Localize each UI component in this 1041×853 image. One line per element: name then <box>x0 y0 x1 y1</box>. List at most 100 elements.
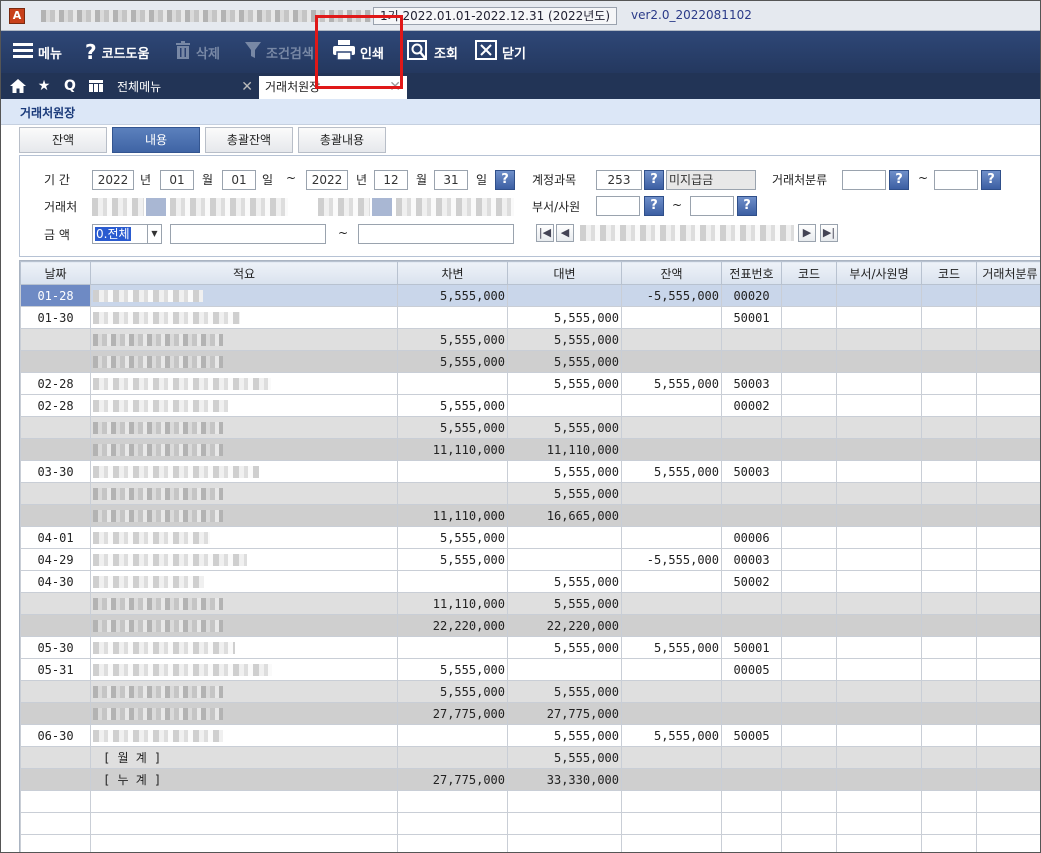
cell-debit[interactable]: 11,110,000 <box>397 438 508 461</box>
cell-extra[interactable] <box>836 658 922 681</box>
quick-search-icon[interactable]: Q <box>59 73 81 99</box>
prev-record-icon[interactable]: ◀ <box>556 224 574 242</box>
cell-date[interactable]: 02-28 <box>20 394 91 417</box>
cell-balance[interactable] <box>621 812 722 835</box>
cell-extra[interactable] <box>836 570 922 593</box>
cell-credit[interactable]: 5,555,000 <box>507 416 622 439</box>
cell-extra[interactable] <box>921 350 977 373</box>
cell-balance[interactable] <box>621 790 722 813</box>
cell-debit[interactable] <box>397 372 508 395</box>
partner-help-button[interactable] <box>146 198 166 216</box>
menu-button[interactable]: 메뉴 <box>13 31 62 73</box>
table-row[interactable]: 5,555,000 5,555,000 <box>20 328 1040 351</box>
cell-debit[interactable]: 11,110,000 <box>397 504 508 527</box>
cell-extra[interactable] <box>921 284 977 307</box>
cell-date[interactable] <box>20 768 91 791</box>
cell-extra[interactable] <box>921 328 977 351</box>
menu-grid-icon[interactable] <box>85 73 107 99</box>
tab-summary-details[interactable]: 총괄내용 <box>298 127 386 153</box>
cell-extra[interactable] <box>836 394 922 417</box>
cell-credit[interactable]: 5,555,000 <box>507 570 622 593</box>
cell-date[interactable]: 06-30 <box>20 724 91 747</box>
cell-date[interactable]: 04-29 <box>20 548 91 571</box>
cell-debit[interactable]: 5,555,000 <box>397 658 508 681</box>
code-help-button[interactable]: ? 코드도움 <box>85 31 149 73</box>
cell-date[interactable] <box>20 416 91 439</box>
table-row[interactable] <box>20 790 1040 813</box>
cell-extra[interactable] <box>836 416 922 439</box>
cell-voucher[interactable] <box>721 350 782 373</box>
cell-date[interactable]: 03-30 <box>20 460 91 483</box>
cell-date[interactable]: 01-30 <box>20 306 91 329</box>
account-help-button[interactable]: ? <box>644 170 664 190</box>
cell-extra[interactable] <box>921 460 977 483</box>
cell-extra[interactable] <box>921 548 977 571</box>
from-day-input[interactable]: 01 <box>222 170 256 190</box>
cell-memo[interactable] <box>90 504 398 527</box>
cell-extra[interactable] <box>976 768 1040 791</box>
cell-credit[interactable]: 16,665,000 <box>507 504 622 527</box>
cell-extra[interactable] <box>781 416 837 439</box>
cell-extra[interactable] <box>836 306 922 329</box>
cell-debit[interactable]: 11,110,000 <box>397 592 508 615</box>
cell-debit[interactable]: 5,555,000 <box>397 526 508 549</box>
cell-credit[interactable]: 5,555,000 <box>507 482 622 505</box>
amount-to-input[interactable] <box>358 224 514 244</box>
cell-date[interactable] <box>20 328 91 351</box>
cell-date[interactable]: 05-31 <box>20 658 91 681</box>
cell-extra[interactable] <box>836 482 922 505</box>
col-debit[interactable]: 차변 <box>397 261 508 285</box>
partner-type-to-input[interactable] <box>934 170 978 190</box>
cell-credit[interactable]: 22,220,000 <box>507 614 622 637</box>
cell-extra[interactable] <box>976 460 1040 483</box>
cell-debit[interactable]: 5,555,000 <box>397 284 508 307</box>
cell-memo[interactable] <box>90 372 398 395</box>
cell-voucher[interactable]: 00006 <box>721 526 782 549</box>
cell-credit[interactable] <box>507 394 622 417</box>
cell-debit[interactable]: 5,555,000 <box>397 394 508 417</box>
cell-extra[interactable] <box>781 592 837 615</box>
cell-debit[interactable]: 5,555,000 <box>397 350 508 373</box>
table-row[interactable]: 05-31 5,555,000 00005 <box>20 658 1040 681</box>
cell-extra[interactable] <box>836 592 922 615</box>
cell-debit[interactable] <box>397 812 508 835</box>
table-row[interactable] <box>20 834 1040 852</box>
cell-memo[interactable]: [ 월 계 ] <box>90 746 398 769</box>
cell-balance[interactable]: -5,555,000 <box>621 284 722 307</box>
cell-extra[interactable] <box>976 526 1040 549</box>
table-row[interactable]: 04-29 5,555,000 -5,555,000 00003 <box>20 548 1040 571</box>
cell-memo[interactable] <box>90 438 398 461</box>
cell-extra[interactable] <box>976 812 1040 835</box>
cell-date[interactable] <box>20 746 91 769</box>
cell-extra[interactable] <box>976 372 1040 395</box>
cell-extra[interactable] <box>921 812 977 835</box>
table-row[interactable]: 22,220,000 22,220,000 <box>20 614 1040 637</box>
table-row[interactable]: [ 누 계 ] 27,775,000 33,330,000 <box>20 768 1040 791</box>
cell-debit[interactable] <box>397 834 508 852</box>
cell-voucher[interactable] <box>721 504 782 527</box>
cell-memo[interactable] <box>90 328 398 351</box>
cell-extra[interactable] <box>781 702 837 725</box>
cell-extra[interactable] <box>836 328 922 351</box>
home-icon[interactable] <box>7 73 29 99</box>
col-code2[interactable]: 코드 <box>921 261 977 285</box>
cell-credit[interactable]: 5,555,000 <box>507 460 622 483</box>
cell-balance[interactable] <box>621 570 722 593</box>
cell-balance[interactable] <box>621 482 722 505</box>
cell-extra[interactable] <box>976 548 1040 571</box>
cell-extra[interactable] <box>781 372 837 395</box>
cell-voucher[interactable] <box>721 768 782 791</box>
cell-memo[interactable]: [ 누 계 ] <box>90 768 398 791</box>
cell-credit[interactable]: 5,555,000 <box>507 680 622 703</box>
table-row[interactable]: 02-28 5,555,000 00002 <box>20 394 1040 417</box>
tab-all-menu[interactable]: 전체메뉴 ✕ <box>111 76 259 99</box>
chevron-down-icon[interactable]: ▼ <box>147 225 161 243</box>
cell-extra[interactable] <box>976 592 1040 615</box>
cell-credit[interactable] <box>507 526 622 549</box>
cell-balance[interactable] <box>621 328 722 351</box>
cell-extra[interactable] <box>976 834 1040 852</box>
cell-balance[interactable]: -5,555,000 <box>621 548 722 571</box>
cell-extra[interactable] <box>921 680 977 703</box>
cell-voucher[interactable]: 50001 <box>721 636 782 659</box>
cell-extra[interactable] <box>836 548 922 571</box>
